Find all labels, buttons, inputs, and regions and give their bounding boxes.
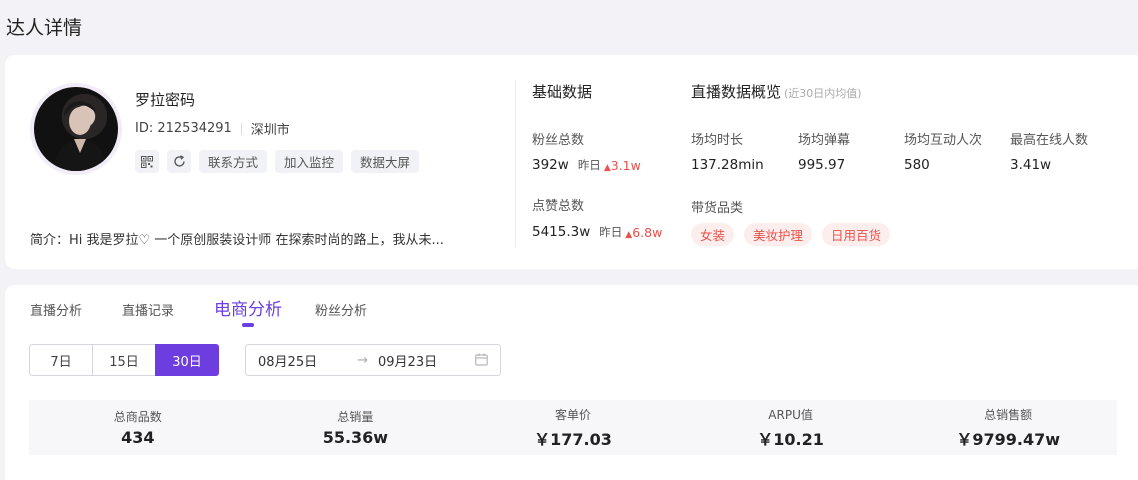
- fans-change: ▲3.1w: [603, 157, 641, 173]
- nickname: 罗拉密码: [135, 91, 196, 109]
- divider: [515, 80, 516, 247]
- live-metric-label: 最高在线人数: [1010, 133, 1089, 148]
- user-city: 深圳市: [250, 123, 290, 138]
- arrow-up-icon: ▲: [603, 162, 611, 173]
- live-overview-subtitle: (近30日内均值): [784, 87, 862, 100]
- refresh-icon: [173, 155, 185, 167]
- profile-actions: 联系方式 加入监控 数据大屏: [135, 150, 420, 173]
- live-metric-value: 137.28min: [691, 157, 764, 173]
- tab-fans-analysis[interactable]: 粉丝分析: [315, 297, 367, 321]
- page-title: 达人详情: [6, 17, 83, 39]
- basic-data-title: 基础数据: [532, 83, 593, 101]
- category-list: 女装 美妆护理 日用百货: [691, 223, 891, 246]
- period-7d-button[interactable]: 7日: [29, 344, 93, 376]
- fans-value: 392w: [532, 157, 569, 173]
- stat-total-sales: 总销量 55.36w: [322, 410, 389, 447]
- likes-change: ▲6.8w: [625, 224, 663, 240]
- live-metric-value: 580: [904, 157, 930, 173]
- stat-total-revenue: 总销售额 ￥9799.47w: [956, 407, 1060, 449]
- id-line: ID: 212534291 深圳市: [135, 119, 290, 138]
- live-metric-label: 场均弹幕: [798, 133, 851, 148]
- add-monitor-button[interactable]: 加入监控: [275, 150, 344, 173]
- live-metric-label: 场均互动人次: [904, 133, 983, 148]
- live-overview-title: 直播数据概览 (近30日内均值): [691, 83, 862, 101]
- period-30d-button[interactable]: 30日: [155, 344, 219, 376]
- likes-label: 点赞总数: [532, 199, 585, 214]
- ecommerce-stats: 总商品数 434 总销量 55.36w 客单价 ￥177.03 ARPU值 ￥1…: [29, 400, 1117, 455]
- bio: 简介：Hi 我是罗拉♡ 一个原创服装设计师 在探索时尚的路上，我从未...: [30, 233, 444, 248]
- likes-yesterday-label: 昨日: [599, 225, 623, 239]
- category-tag[interactable]: 日用百货: [822, 223, 891, 246]
- date-range-picker[interactable]: 08月25日 → 09月23日: [245, 344, 501, 376]
- stat-total-products: 总商品数 434: [113, 410, 162, 447]
- refresh-button[interactable]: [167, 150, 191, 173]
- qrcode-icon: [141, 155, 153, 168]
- calendar-icon[interactable]: [475, 353, 488, 366]
- user-id: ID: 212534291: [135, 121, 232, 136]
- period-selector: 7日 15日 30日: [29, 344, 219, 376]
- qrcode-button[interactable]: [135, 150, 159, 173]
- category-label: 带货品类: [691, 201, 744, 216]
- tab-live-records[interactable]: 直播记录: [122, 297, 174, 321]
- likes-value-row: 5415.3w 昨日 ▲6.8w: [532, 224, 662, 240]
- data-screen-button[interactable]: 数据大屏: [351, 150, 420, 173]
- live-metric-value: 995.97: [798, 157, 846, 173]
- live-metric-label: 场均时长: [691, 133, 744, 148]
- period-15d-button[interactable]: 15日: [92, 344, 156, 376]
- avatar: [30, 83, 122, 175]
- stat-arpu: ARPU值 ￥10.21: [757, 407, 824, 449]
- tab-ecommerce-analysis[interactable]: 电商分析: [214, 295, 282, 327]
- contact-button[interactable]: 联系方式: [199, 150, 268, 173]
- date-end[interactable]: 09月23日: [378, 351, 437, 370]
- avatar-photo-icon: [52, 101, 108, 171]
- fans-label: 粉丝总数: [532, 133, 585, 148]
- live-metric-value: 3.41w: [1010, 157, 1052, 173]
- fans-yesterday-label: 昨日: [577, 158, 601, 172]
- analysis-tabs: 直播分析 直播记录 电商分析 粉丝分析: [30, 295, 407, 327]
- stat-avg-order-price: 客单价 ￥177.03: [534, 407, 612, 449]
- arrow-right-icon: →: [357, 352, 368, 368]
- category-tag[interactable]: 美妆护理: [744, 223, 813, 246]
- tab-live-analysis[interactable]: 直播分析: [30, 297, 82, 321]
- date-start[interactable]: 08月25日: [258, 351, 317, 370]
- category-tag[interactable]: 女装: [691, 223, 735, 246]
- likes-value: 5415.3w: [532, 224, 591, 240]
- fans-value-row: 392w 昨日 ▲3.1w: [532, 157, 641, 173]
